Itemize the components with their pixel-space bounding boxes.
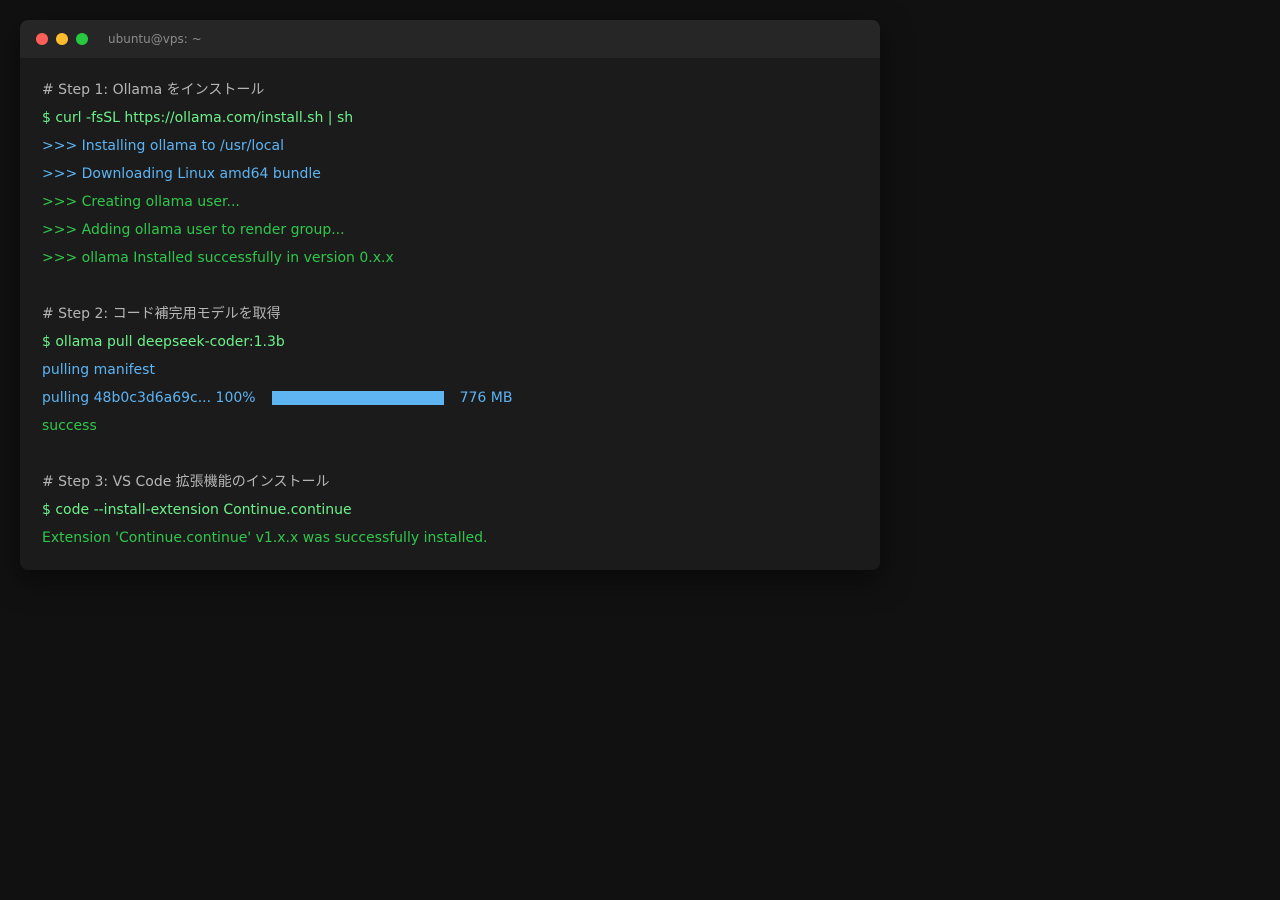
step1-output-line: >>> Downloading Linux amd64 bundle (42, 166, 321, 182)
window-title: ubuntu@vps: ~ (108, 32, 202, 46)
pulling-layer-line: pulling 48b0c3d6a69c... 100% 776 MB (42, 384, 858, 412)
step1-output-line: >>> Adding ollama user to render group..… (42, 222, 345, 238)
step1-output-line: >>> ollama Installed successfully in ver… (42, 250, 394, 266)
download-size: 776 MB (459, 390, 513, 406)
close-window-button[interactable] (36, 33, 48, 45)
step2-command: $ ollama pull deepseek-coder:1.3b (42, 334, 285, 350)
zoom-window-button[interactable] (76, 33, 88, 45)
minimize-window-button[interactable] (56, 33, 68, 45)
step2-comment: # Step 2: コード補完用モデルを取得 (42, 306, 281, 322)
step3-comment: # Step 3: VS Code 拡張機能のインストール (42, 474, 330, 490)
step1-command: $ curl -fsSL https://ollama.com/install.… (42, 110, 354, 126)
download-progress-bar (271, 391, 444, 405)
pulling-layer-label: pulling 48b0c3d6a69c... 100% (42, 390, 256, 406)
pull-result: success (42, 418, 97, 434)
title-bar[interactable]: ubuntu@vps: ~ (20, 20, 880, 58)
pulling-manifest-line: pulling manifest (42, 362, 155, 378)
terminal-output[interactable]: # Step 1: Ollama をインストール $ curl -fsSL ht… (20, 58, 880, 552)
step1-comment: # Step 1: Ollama をインストール (42, 82, 265, 98)
download-progress-fill (271, 391, 444, 405)
terminal-window[interactable]: ubuntu@vps: ~ # Step 1: Ollama をインストール $… (20, 20, 880, 570)
step1-output-line: >>> Installing ollama to /usr/local (42, 138, 284, 154)
step1-output-line: >>> Creating ollama user... (42, 194, 240, 210)
step3-command: $ code --install-extension Continue.cont… (42, 502, 352, 518)
install-result: Extension 'Continue.continue' v1.x.x was… (42, 530, 488, 546)
